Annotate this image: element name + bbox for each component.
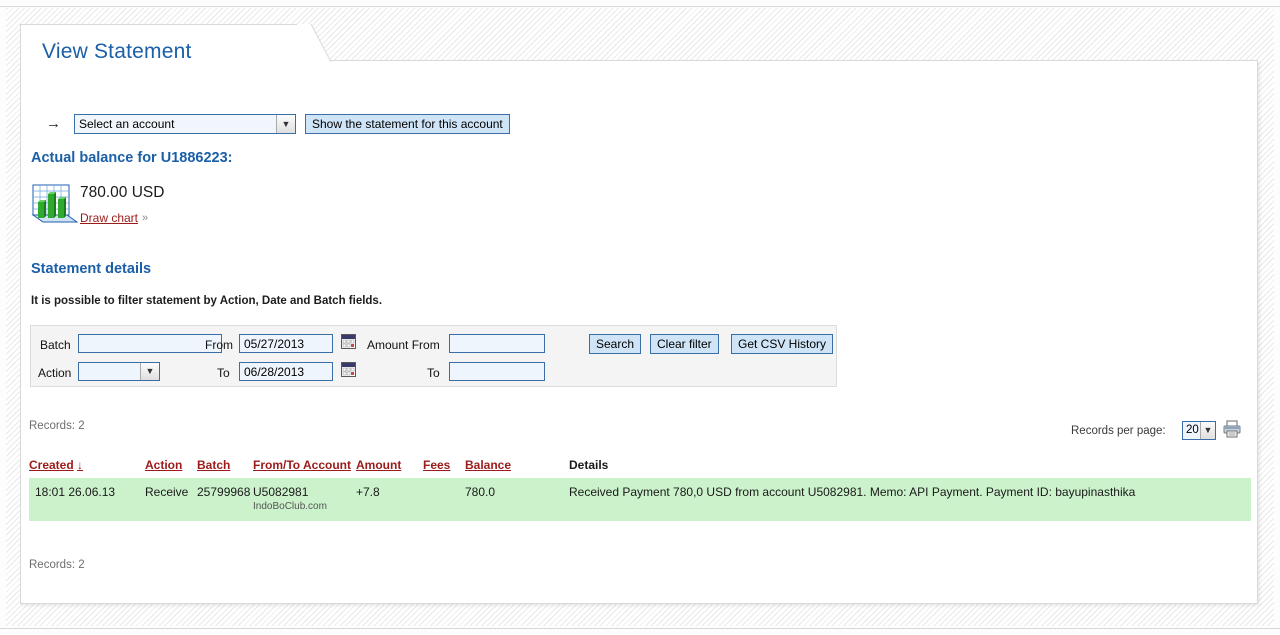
page-title: View Statement [42,40,192,63]
date-from-input[interactable] [239,334,333,353]
page-root: View Statement → Select an account ▼ Sho… [0,0,1280,635]
cell-balance: 780.0 [465,478,569,521]
chevron-down-icon: ▼ [1200,422,1215,439]
clear-filter-button[interactable]: Clear filter [650,334,719,354]
account-select[interactable]: Select an account ▼ [74,114,296,134]
column-header-amount[interactable]: Amount [356,458,423,478]
records-per-page-select[interactable]: 20 ▼ [1182,421,1216,440]
date-from-label: From [205,338,233,352]
amount-to-input[interactable] [449,362,545,381]
action-label: Action [38,366,72,380]
calendar-icon[interactable] [341,362,356,377]
get-csv-history-button[interactable]: Get CSV History [731,334,834,354]
column-header-from-to-account[interactable]: From/To Account [253,458,356,478]
column-header-fees[interactable]: Fees [423,458,465,478]
cell-amount: +7.8 [356,478,423,521]
search-button[interactable]: Search [589,334,642,354]
column-header-created[interactable]: Created ↓ [29,458,145,478]
column-header-action-label: Action [145,458,183,472]
chevron-down-icon: ▼ [140,363,159,380]
printer-icon[interactable] [1222,419,1242,439]
show-statement-button[interactable]: Show the statement for this account [305,114,510,134]
date-to-input[interactable] [239,362,333,381]
records-count-bottom: Records: 2 [29,559,85,571]
chevron-down-icon: ▼ [276,115,295,133]
tab-slant-edge [297,24,331,62]
cell-account-number: U5082981 [253,485,309,499]
cell-batch: 25799968 [197,478,253,521]
sort-desc-icon: ↓ [77,458,84,472]
cell-from-to-account: U5082981 IndoBoClub.com [253,478,356,521]
cell-account-name: IndoBoClub.com [253,501,327,512]
amount-from-input[interactable] [449,334,545,353]
top-divider [0,6,1280,7]
filter-panel: Batch Action ▼ From To [30,325,837,387]
balance-amount: 780.00 USD [80,184,165,201]
draw-chart-link[interactable]: Draw chart [80,211,138,225]
account-select-value: Select an account [79,117,175,131]
cell-details: Received Payment 780,0 USD from account … [569,478,1251,521]
balance-heading: Actual balance for U1886223: [31,150,233,166]
calendar-icon[interactable] [341,334,356,349]
cell-created: 18:01 26.06.13 [29,478,145,521]
column-header-from-to-account-label: From/To Account [253,458,351,472]
batch-input[interactable] [78,334,222,353]
cell-action: Receive [145,478,197,521]
records-per-page-label: Records per page: [1071,425,1166,437]
column-header-action[interactable]: Action [145,458,197,478]
table-row[interactable]: 18:01 26.06.13 Receive 25799968 U5082981… [29,478,1251,521]
column-header-amount-label: Amount [356,458,402,472]
records-count-top: Records: 2 [29,420,85,432]
statement-details-heading: Statement details [31,261,152,277]
bottom-divider [0,628,1280,629]
filter-hint-text: It is possible to filter statement by Ac… [31,295,383,307]
column-header-balance-label: Balance [465,458,512,472]
right-arrow-icon: → [46,115,61,132]
column-header-balance[interactable]: Balance [465,458,569,478]
table-header-row: Created ↓ Action Batch From/To Account A… [29,458,1251,478]
statement-table: Created ↓ Action Batch From/To Account A… [29,458,1251,521]
column-header-details: Details [569,458,609,472]
column-header-batch[interactable]: Batch [197,458,253,478]
column-header-batch-label: Batch [197,458,231,472]
batch-label: Batch [40,338,71,352]
date-to-label: To [217,366,230,380]
amount-to-label: To [427,366,440,380]
cell-fees [423,478,465,521]
amount-from-label: Amount From [367,338,440,352]
bar-chart-icon [31,184,78,223]
draw-chart-arrow-icon: » [142,212,149,224]
action-select[interactable]: ▼ [78,362,160,381]
column-header-fees-label: Fees [423,458,451,472]
records-per-page-value: 20 [1186,424,1199,436]
column-header-created-label: Created [29,458,74,472]
